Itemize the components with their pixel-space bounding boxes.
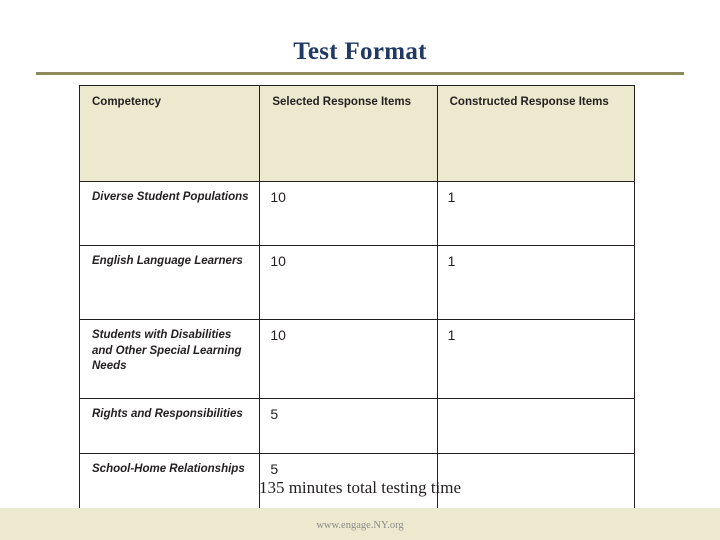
cell-selected-response: 5	[259, 398, 438, 454]
cell-constructed-response: 1	[436, 181, 636, 246]
total-testing-time: 135 minutes total testing time	[258, 478, 462, 497]
title-divider	[36, 72, 684, 75]
table-row: English Language Learners 10 1	[78, 245, 636, 320]
table-header-row: Competency Selected Response Items Const…	[78, 85, 636, 182]
column-header-competency: Competency	[78, 85, 261, 182]
test-format-table-container: Competency Selected Response Items Const…	[78, 85, 636, 509]
cell-competency: Diverse Student Populations	[78, 181, 261, 246]
slide: Test Format Competency Selected Response…	[0, 0, 720, 540]
page-title: Test Format	[293, 38, 427, 65]
cell-selected-response: 10	[259, 181, 438, 246]
cell-competency: Rights and Responsibilities	[78, 398, 261, 454]
table-row: Rights and Responsibilities 5	[78, 398, 636, 454]
cell-constructed-response	[436, 398, 636, 454]
footer-url: www.engage.NY.org	[316, 520, 404, 531]
table-row: Students with Disabilities and Other Spe…	[78, 319, 636, 399]
test-format-table: Competency Selected Response Items Const…	[78, 85, 636, 509]
cell-constructed-response: 1	[436, 245, 636, 320]
column-header-constructed-response: Constructed Response Items	[436, 85, 636, 182]
column-header-selected-response: Selected Response Items	[259, 85, 438, 182]
cell-selected-response: 10	[259, 245, 438, 320]
table-row: Diverse Student Populations 10 1	[78, 181, 636, 246]
cell-selected-response: 10	[259, 319, 438, 399]
cell-competency: Students with Disabilities and Other Spe…	[78, 319, 261, 399]
cell-competency: English Language Learners	[78, 245, 261, 320]
cell-constructed-response: 1	[436, 319, 636, 399]
